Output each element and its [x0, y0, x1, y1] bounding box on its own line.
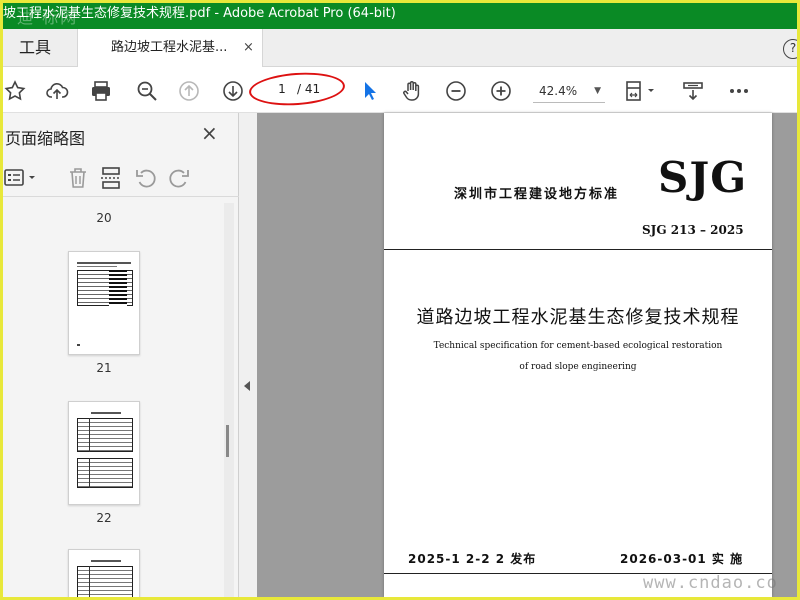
- tab-document-label: 路边坡工程水泥基...: [111, 40, 228, 55]
- select-cursor-icon[interactable]: [358, 79, 382, 103]
- more-options-icon[interactable]: [727, 79, 751, 103]
- document-title-cn: 道路边坡工程水泥基生态修复技术规程: [416, 307, 740, 328]
- thumbnail-page-number: 21: [96, 361, 112, 375]
- title-bar: 坡工程水泥基生态修复技术规程.pdf - Adobe Acrobat Pro (…: [3, 3, 797, 29]
- thumbnail-page-number: 20: [96, 211, 112, 225]
- thumbnail-page-number: 22: [96, 511, 112, 525]
- sjg-logo: SJG: [658, 153, 748, 202]
- annotation-oval: [248, 69, 346, 109]
- previous-page-icon[interactable]: [177, 79, 201, 103]
- print-icon[interactable]: [89, 79, 113, 103]
- thumbnail-page-22[interactable]: [68, 401, 140, 505]
- pdf-page: 深圳市工程建设地方标准 SJG SJG 213 – 2025 道路边坡工程水泥基…: [384, 113, 772, 597]
- help-icon[interactable]: ?: [783, 39, 797, 59]
- document-title-en-line1: Technical specification for cement-based…: [433, 341, 723, 351]
- cloud-upload-icon[interactable]: [45, 79, 69, 103]
- thumbnail-page-23[interactable]: [68, 549, 140, 597]
- page-navigator[interactable]: 1 / 41: [248, 69, 346, 109]
- panel-toolbar: [3, 161, 239, 197]
- next-page-icon[interactable]: [221, 79, 245, 103]
- watermark-logo: 迪·标网: [17, 8, 79, 27]
- panel-collapse-handle[interactable]: [239, 113, 257, 597]
- acrobat-window: 坡工程水泥基生态修复技术规程.pdf - Adobe Acrobat Pro (…: [3, 3, 797, 597]
- standard-code: SJG 213 – 2025: [642, 223, 744, 237]
- page-thumbnails-panel: 页面缩略图 × 20 21 22: [3, 113, 239, 597]
- insert-page-icon[interactable]: [98, 165, 124, 191]
- tab-bar: 工具 路边坡工程水泥基... × ?: [3, 29, 797, 67]
- hand-tool-icon[interactable]: [400, 79, 424, 103]
- divider: [384, 249, 772, 250]
- zoom-level-select[interactable]: 42.4% ▼: [533, 79, 605, 103]
- rotate-left-icon[interactable]: [133, 165, 159, 191]
- zoom-level-value: 42.4%: [539, 84, 578, 98]
- footer-watermark: www.cndao.co: [643, 573, 778, 593]
- thumbnail-scrollbar[interactable]: [224, 203, 234, 597]
- zoom-out-icon[interactable]: [444, 79, 468, 103]
- publish-date: 2025-1 2-2 2 发布: [408, 552, 537, 566]
- scrollbar-thumb[interactable]: [226, 425, 229, 457]
- thumbnail-page-21[interactable]: [68, 251, 140, 355]
- standard-type: 深圳市工程建设地方标准: [454, 187, 620, 202]
- main-toolbar: 1 / 41 42.4% ▼: [3, 68, 797, 113]
- document-viewer: 深圳市工程建设地方标准 SJG SJG 213 – 2025 道路边坡工程水泥基…: [257, 113, 797, 597]
- page-fit-icon[interactable]: [623, 79, 659, 103]
- zoom-out-search-icon[interactable]: [135, 79, 159, 103]
- delete-page-icon[interactable]: [65, 165, 91, 191]
- zoom-in-icon[interactable]: [489, 79, 513, 103]
- read-mode-icon[interactable]: [681, 79, 705, 103]
- thumbnail-list: 20 21 22: [3, 199, 225, 597]
- document-title-en-line2: of road slope engineering: [519, 362, 637, 372]
- collapse-arrow-icon: [244, 381, 250, 391]
- star-icon[interactable]: [3, 79, 27, 103]
- panel-title: 页面缩略图: [5, 129, 86, 148]
- tab-document[interactable]: 路边坡工程水泥基...: [77, 29, 263, 67]
- rotate-right-icon[interactable]: [166, 165, 192, 191]
- thumbnail-options-icon[interactable]: [3, 165, 43, 191]
- chevron-down-icon: ▼: [594, 86, 601, 96]
- tab-tools[interactable]: 工具: [3, 29, 77, 67]
- implement-date: 2026-03-01 实 施: [620, 552, 744, 566]
- tab-close-icon[interactable]: ×: [243, 40, 254, 56]
- panel-close-icon[interactable]: ×: [201, 121, 218, 145]
